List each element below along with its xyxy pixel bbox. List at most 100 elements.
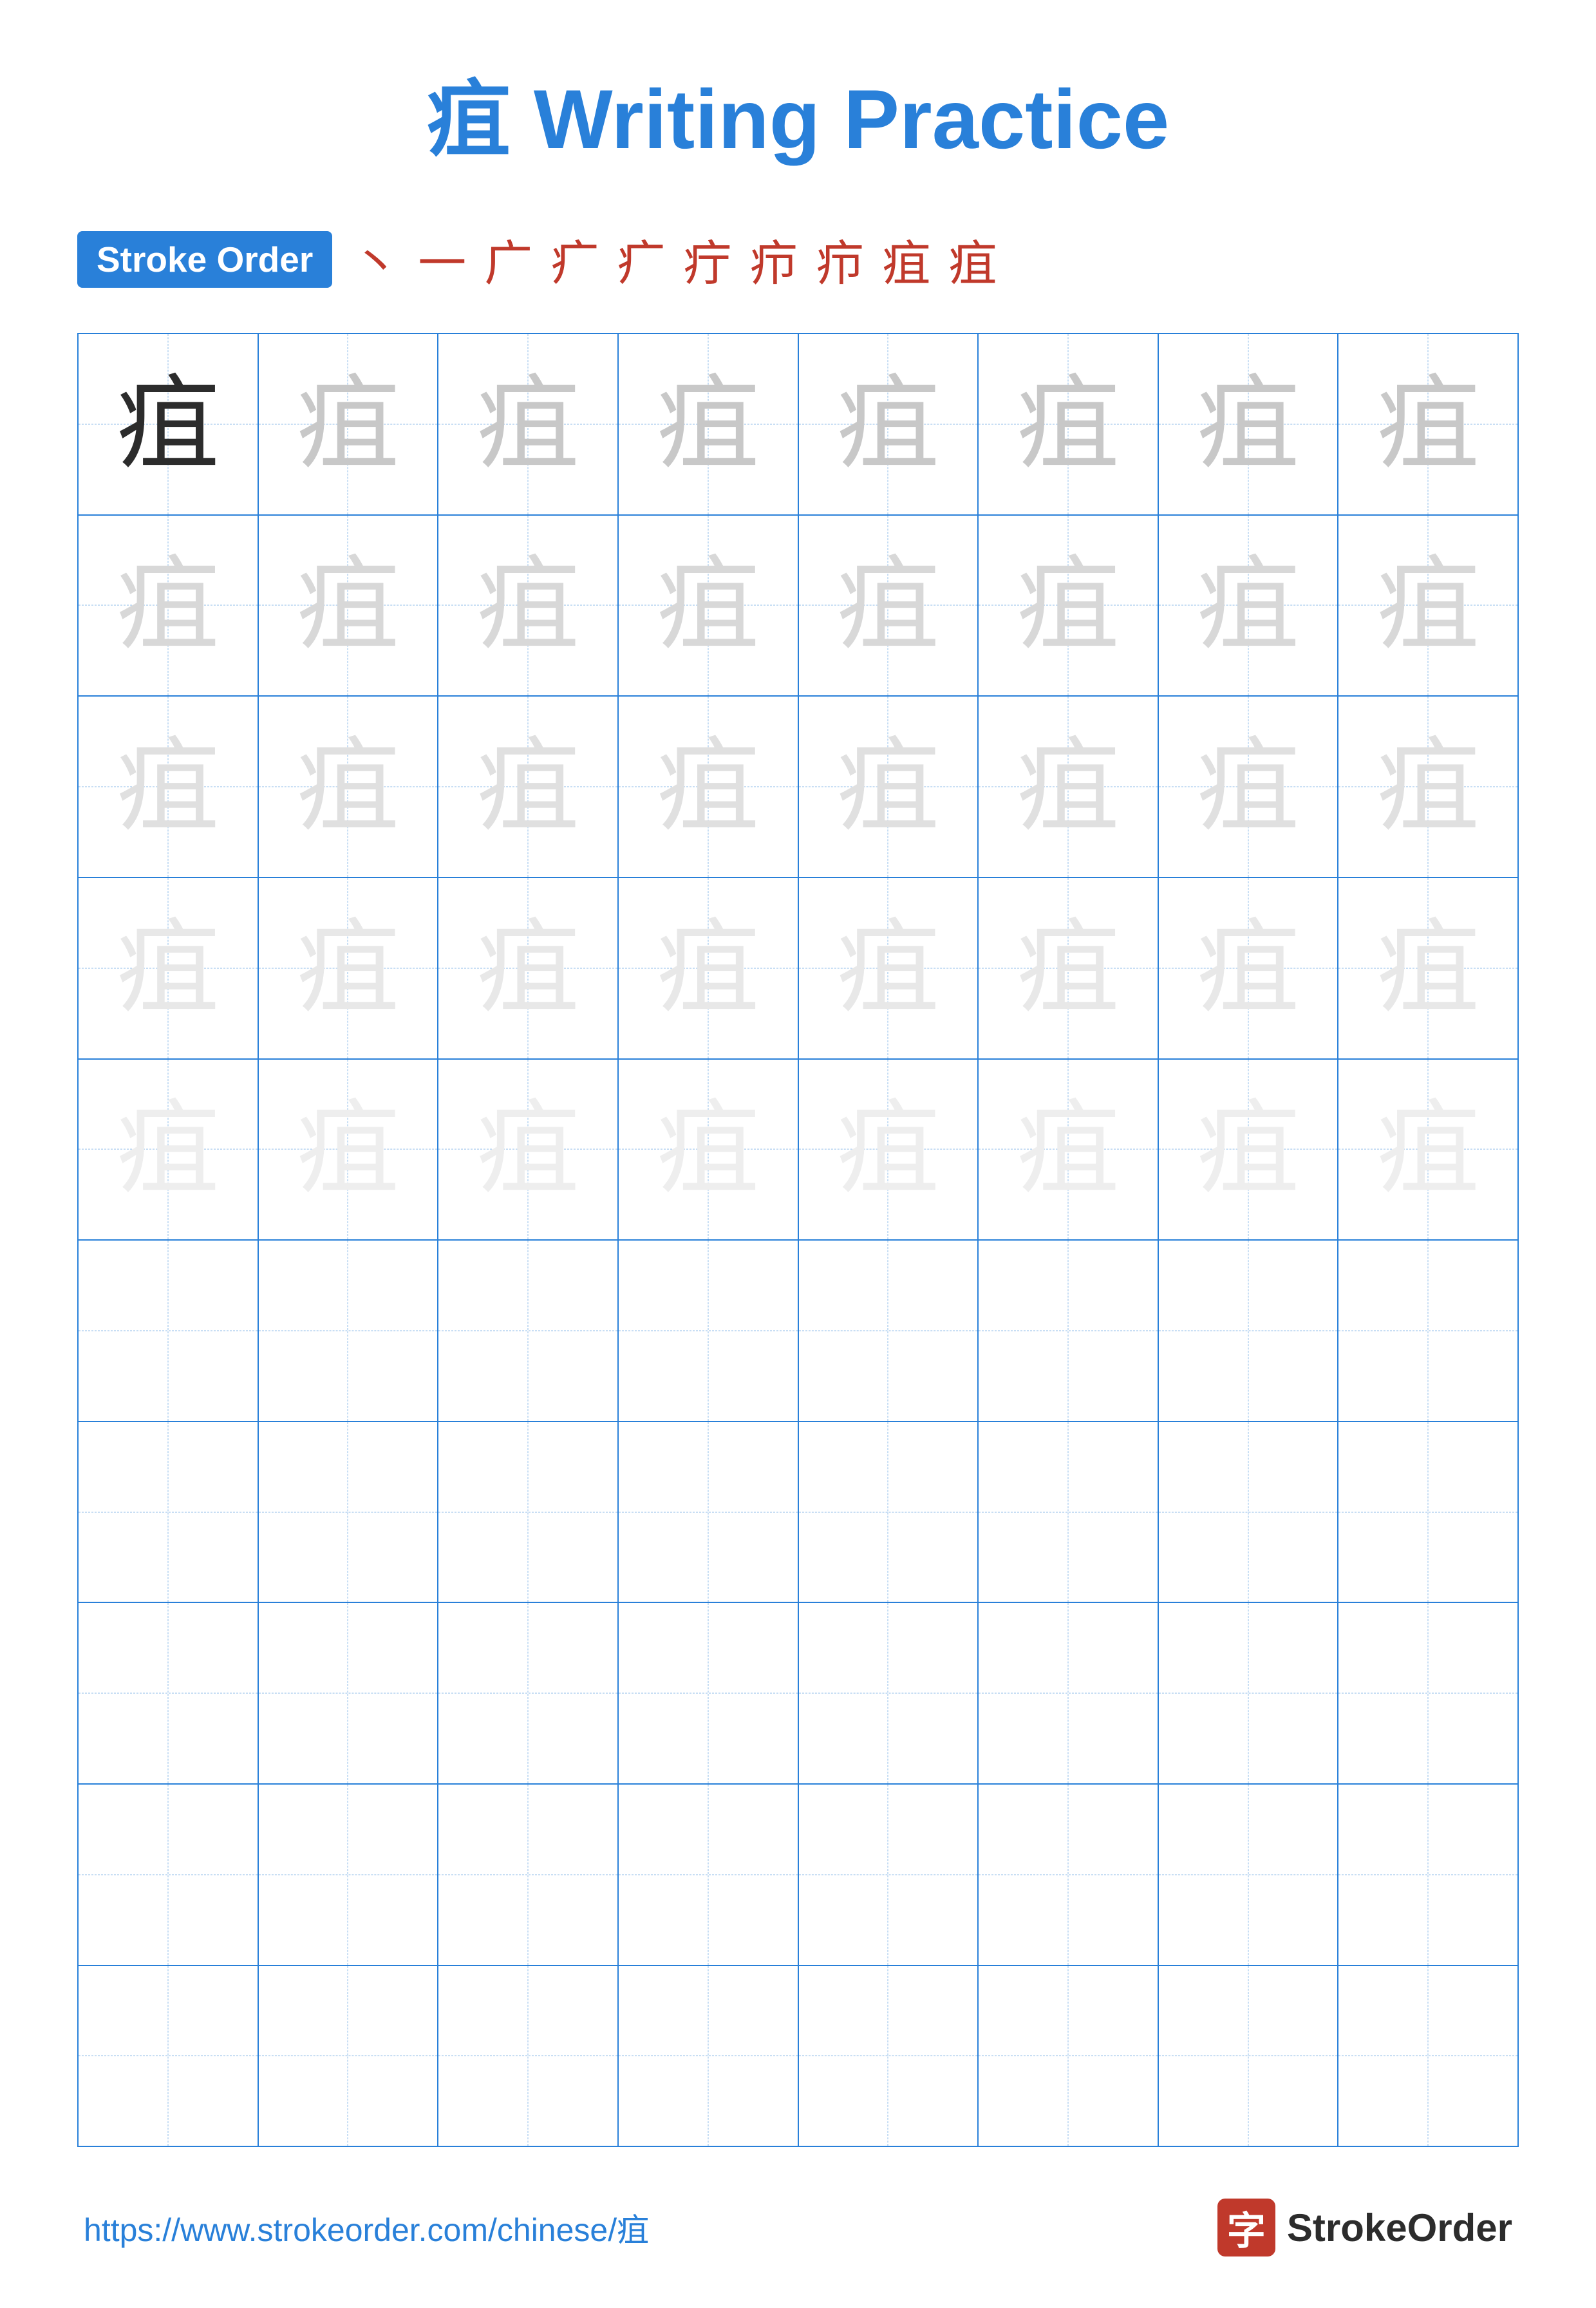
- grid-cell[interactable]: [1159, 1241, 1339, 1421]
- grid-cell[interactable]: [79, 1241, 259, 1421]
- page: 疽 Writing Practice Stroke Order 丶 一 广 疒 …: [0, 0, 1596, 2308]
- grid-cell[interactable]: 疽: [979, 1060, 1159, 1240]
- grid-cell[interactable]: [619, 1785, 799, 1965]
- grid-cell[interactable]: [799, 1241, 979, 1421]
- grid-cell[interactable]: [979, 1785, 1159, 1965]
- grid-cell[interactable]: [979, 1966, 1159, 2146]
- grid-cell[interactable]: 疽: [438, 516, 619, 696]
- grid-cell[interactable]: [619, 1966, 799, 2146]
- grid-cell[interactable]: 疽: [259, 697, 439, 877]
- page-title: 疽 Writing Practice: [77, 52, 1519, 173]
- grid-row: [79, 1422, 1517, 1604]
- grid-row: 疽 疽 疽 疽 疽 疽 疽 疽: [79, 697, 1517, 878]
- grid-cell[interactable]: [438, 1966, 619, 2146]
- grid-cell[interactable]: [438, 1785, 619, 1965]
- grid-cell[interactable]: [438, 1241, 619, 1421]
- footer: https://www.strokeorder.com/chinese/疽 字 …: [77, 2199, 1519, 2256]
- grid-cell[interactable]: [619, 1603, 799, 1783]
- grid-cell[interactable]: [1338, 1603, 1517, 1783]
- grid-cell[interactable]: [799, 1603, 979, 1783]
- grid-cell[interactable]: 疽: [438, 334, 619, 514]
- grid-cell[interactable]: [79, 1966, 259, 2146]
- grid-cell[interactable]: 疽: [1338, 697, 1517, 877]
- grid-cell[interactable]: [259, 1422, 439, 1602]
- grid-cell[interactable]: [259, 1603, 439, 1783]
- footer-url[interactable]: https://www.strokeorder.com/chinese/疽: [84, 2204, 649, 2251]
- grid-cell[interactable]: 疽: [259, 516, 439, 696]
- grid-cell[interactable]: [79, 1422, 259, 1602]
- grid-cell[interactable]: 疽: [1159, 1060, 1339, 1240]
- grid-cell[interactable]: [438, 1603, 619, 1783]
- grid-cell[interactable]: [1338, 1966, 1517, 2146]
- grid-cell[interactable]: 疽: [1338, 334, 1517, 514]
- grid-cell[interactable]: [619, 1422, 799, 1602]
- grid-cell[interactable]: 疽: [438, 697, 619, 877]
- grid-cell[interactable]: 疽: [619, 697, 799, 877]
- grid-cell[interactable]: [1159, 1603, 1339, 1783]
- grid-cell[interactable]: 疽: [79, 334, 259, 514]
- grid-row: [79, 1241, 1517, 1422]
- grid-cell[interactable]: [1159, 1966, 1339, 2146]
- stroke-order-row: Stroke Order 丶 一 广 疒 疒 疔 疖 疖 疽 疽: [77, 224, 1519, 294]
- practice-grid: 疽 疽 疽 疽 疽 疽 疽 疽 疽 疽 疽 疽 疽 疽 疽 疽 疽 疽 疽 疽 …: [77, 333, 1519, 2147]
- stroke-order-chars: 丶 一 广 疒 疒 疔 疖 疖 疽 疽: [352, 224, 1008, 294]
- grid-cell[interactable]: 疽: [438, 878, 619, 1058]
- grid-cell[interactable]: 疽: [799, 878, 979, 1058]
- grid-row: [79, 1966, 1517, 2146]
- grid-cell[interactable]: [259, 1785, 439, 1965]
- grid-cell[interactable]: 疽: [979, 878, 1159, 1058]
- grid-cell[interactable]: 疽: [979, 697, 1159, 877]
- grid-cell[interactable]: 疽: [79, 1060, 259, 1240]
- grid-cell[interactable]: 疽: [79, 697, 259, 877]
- grid-cell[interactable]: 疽: [79, 878, 259, 1058]
- grid-row: 疽 疽 疽 疽 疽 疽 疽 疽: [79, 1060, 1517, 1241]
- grid-cell[interactable]: 疽: [619, 516, 799, 696]
- grid-row: [79, 1785, 1517, 1966]
- grid-cell[interactable]: [799, 1785, 979, 1965]
- grid-cell[interactable]: [979, 1422, 1159, 1602]
- brand-icon: 字: [1217, 2199, 1275, 2256]
- grid-cell[interactable]: 疽: [619, 878, 799, 1058]
- grid-cell[interactable]: [799, 1422, 979, 1602]
- grid-cell[interactable]: [1338, 1241, 1517, 1421]
- grid-cell[interactable]: 疽: [1159, 334, 1339, 514]
- grid-cell[interactable]: 疽: [799, 1060, 979, 1240]
- grid-cell[interactable]: [1159, 1422, 1339, 1602]
- grid-row: [79, 1603, 1517, 1785]
- grid-cell[interactable]: 疽: [259, 1060, 439, 1240]
- grid-cell[interactable]: 疽: [438, 1060, 619, 1240]
- grid-cell[interactable]: [979, 1241, 1159, 1421]
- grid-cell[interactable]: 疽: [1338, 1060, 1517, 1240]
- grid-cell[interactable]: [79, 1785, 259, 1965]
- grid-cell[interactable]: 疽: [799, 516, 979, 696]
- grid-cell[interactable]: 疽: [619, 1060, 799, 1240]
- grid-cell[interactable]: [259, 1966, 439, 2146]
- grid-cell[interactable]: [1159, 1785, 1339, 1965]
- grid-row: 疽 疽 疽 疽 疽 疽 疽 疽: [79, 516, 1517, 697]
- grid-cell[interactable]: [438, 1422, 619, 1602]
- grid-cell[interactable]: 疽: [1159, 878, 1339, 1058]
- grid-cell[interactable]: 疽: [979, 516, 1159, 696]
- grid-cell[interactable]: [79, 1603, 259, 1783]
- grid-cell[interactable]: 疽: [619, 334, 799, 514]
- grid-cell[interactable]: 疽: [79, 516, 259, 696]
- grid-cell[interactable]: [799, 1966, 979, 2146]
- grid-cell[interactable]: 疽: [979, 334, 1159, 514]
- grid-cell[interactable]: 疽: [1159, 697, 1339, 877]
- grid-cell[interactable]: 疽: [799, 697, 979, 877]
- grid-cell[interactable]: [979, 1603, 1159, 1783]
- grid-cell[interactable]: 疽: [1159, 516, 1339, 696]
- grid-cell[interactable]: 疽: [1338, 878, 1517, 1058]
- grid-cell[interactable]: [259, 1241, 439, 1421]
- brand-text: StrokeOrder: [1287, 2206, 1512, 2250]
- grid-cell[interactable]: 疽: [259, 878, 439, 1058]
- grid-cell[interactable]: [1338, 1785, 1517, 1965]
- grid-cell[interactable]: 疽: [259, 334, 439, 514]
- stroke-order-badge: Stroke Order: [77, 231, 332, 288]
- grid-row: 疽 疽 疽 疽 疽 疽 疽 疽: [79, 878, 1517, 1060]
- grid-cell[interactable]: [619, 1241, 799, 1421]
- grid-cell[interactable]: 疽: [799, 334, 979, 514]
- grid-cell[interactable]: [1338, 1422, 1517, 1602]
- grid-row: 疽 疽 疽 疽 疽 疽 疽 疽: [79, 334, 1517, 516]
- grid-cell[interactable]: 疽: [1338, 516, 1517, 696]
